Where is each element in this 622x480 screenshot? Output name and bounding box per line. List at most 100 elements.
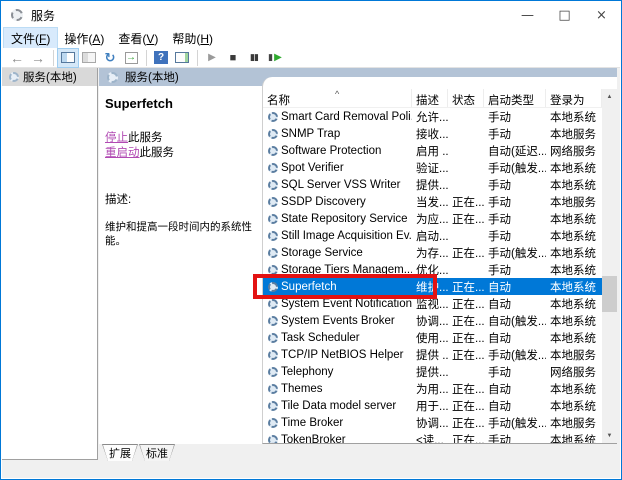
vertical-scrollbar[interactable]: ▲ ▼ (602, 89, 617, 443)
column-header-status[interactable]: 状态 (448, 89, 484, 107)
service-gear-icon (268, 383, 278, 394)
stop-service-link[interactable]: 停止 (105, 132, 128, 144)
restart-service-icon: ▶ (268, 52, 282, 63)
service-description-cell: 允许... (416, 111, 448, 124)
table-row[interactable]: Storage Service 为存... 正在... 手动(触发... 本地系统 (263, 244, 602, 261)
table-row[interactable]: Smart Card Removal Poli... 允许... 手动 本地系统 (263, 108, 602, 125)
service-description-cell: 使用... (416, 332, 448, 345)
table-row[interactable]: Software Protection 启用 ... 自动(延迟... 网络服务 (263, 142, 602, 159)
stop-service-icon: ■ (229, 51, 237, 64)
tree-item-services-local[interactable]: 服务(本地) (2, 68, 97, 86)
service-info-panel: Superfetch 停止此服务 重启动此服务 描述: 维护和提高一段时间内的系… (99, 86, 262, 444)
service-startup-type-cell: 手动(触发... (488, 349, 546, 362)
properties-icon[interactable] (79, 49, 99, 67)
service-description-cell: 提供... (416, 179, 448, 192)
service-status-cell: 正在... (452, 213, 484, 226)
service-name-cell: Storage Tiers Managem... (263, 264, 412, 276)
service-description-cell: 优化... (416, 264, 448, 277)
forward-icon[interactable]: → (28, 49, 48, 67)
table-row[interactable]: Themes 为用... 正在... 自动 本地系统 (263, 380, 602, 397)
service-logon-as-cell: 本地服务 (550, 349, 596, 362)
service-name-cell: Tile Data model server (263, 400, 412, 412)
menu-item[interactable]: 帮助(H) (165, 28, 220, 49)
view-tab-standard[interactable]: 标准 (139, 444, 175, 461)
help-icon: ? (154, 51, 168, 64)
column-header-logon-as[interactable]: 登录为 (546, 89, 602, 107)
scroll-up-icon[interactable]: ▲ (602, 89, 617, 104)
menu-item[interactable]: 文件(F) (2, 27, 59, 50)
column-header-description[interactable]: 描述 (412, 89, 448, 107)
service-logon-as-cell: 本地系统 (550, 298, 596, 311)
table-row[interactable]: SQL Server VSS Writer 提供... 手动 本地系统 (263, 176, 602, 193)
selected-service-name: Superfetch (105, 96, 173, 111)
services-window: 服务 — □ × 文件(F)操作(A)查看(V)帮助(H) ← → ↻ →? ▶ ■ ▮▮ ▶… (0, 0, 622, 480)
table-row[interactable]: SSDP Discovery 当发... 正在... 手动 本地服务 (263, 193, 602, 210)
back-icon[interactable]: ← (7, 49, 27, 67)
show-console-tree-icon[interactable] (57, 47, 79, 68)
service-startup-type-cell: 手动(触发... (488, 247, 546, 260)
service-status-cell: 正在... (452, 349, 484, 362)
help-icon[interactable]: ? (151, 49, 171, 67)
service-startup-type-cell: 手动 (488, 230, 511, 243)
services-node-icon (9, 72, 19, 82)
service-startup-type-cell: 手动 (488, 213, 511, 226)
restart-service-icon[interactable]: ▶ (265, 49, 285, 67)
table-row[interactable]: TokenBroker <读... 正在... 手动 本地系统 (263, 431, 602, 443)
table-row[interactable]: SNMP Trap 接收... 手动 本地服务 (263, 125, 602, 142)
table-row[interactable]: TCP/IP NetBIOS Helper 提供 ... 正在... 手动(触发...… (263, 346, 602, 363)
service-name-cell: SNMP Trap (263, 128, 412, 140)
scroll-down-icon[interactable]: ▼ (602, 428, 617, 443)
service-description-cell: 当发... (416, 196, 448, 209)
service-name-cell: Task Scheduler (263, 332, 412, 344)
minimize-button[interactable]: — (509, 1, 546, 29)
table-row[interactable]: Spot Verifier 验证... 手动(触发... 本地系统 (263, 159, 602, 176)
table-row[interactable]: Still Image Acquisition Ev... 启动... 手动 本地系统 (263, 227, 602, 244)
column-header-startup-type[interactable]: 启动类型 (484, 89, 546, 107)
service-startup-type-cell: 手动 (488, 111, 511, 124)
service-startup-type-cell: 手动 (488, 179, 511, 192)
table-row[interactable]: Telephony 提供... 手动 网络服务 (263, 363, 602, 380)
table-row[interactable]: Task Scheduler 使用... 正在... 自动 本地系统 (263, 329, 602, 346)
table-row[interactable]: System Events Broker 协调... 正在... 自动(触发... 本地… (263, 312, 602, 329)
maximize-button[interactable]: □ (546, 1, 583, 29)
refresh-icon[interactable]: ↻ (100, 49, 120, 67)
toolbar: ← → ↻ →? ▶ ■ ▮▮ ▶ (2, 47, 620, 68)
show-action-pane-icon[interactable] (172, 49, 192, 67)
column-header-name[interactable]: 名称 ^ (263, 89, 412, 107)
pause-service-icon[interactable]: ▮▮ (244, 49, 264, 67)
service-logon-as-cell: 本地系统 (550, 213, 596, 226)
export-list-icon[interactable]: → (121, 49, 141, 67)
table-row[interactable]: Superfetch 维护... 正在... 自动 本地系统 (263, 278, 602, 295)
services-table: 名称 ^ 描述 状态 启动类型 登录为 Smart Card Removal Po… (262, 77, 617, 444)
menu-item[interactable]: 查看(V) (111, 28, 165, 49)
table-row[interactable]: System Event Notification... 监视... 正在... 自动… (263, 295, 602, 312)
table-row[interactable]: Tile Data model server 用于... 正在... 自动 本地系统 (263, 397, 602, 414)
service-startup-type-cell: 自动(延迟... (488, 145, 546, 158)
service-gear-icon (268, 332, 278, 343)
start-service-icon[interactable]: ▶ (202, 49, 222, 67)
restart-service-link[interactable]: 重启动 (105, 147, 140, 159)
scrollbar-thumb[interactable] (602, 276, 617, 312)
service-name-cell: System Event Notification... (263, 298, 412, 310)
service-description-cell: 协调... (416, 417, 448, 430)
service-status-cell: 正在... (452, 417, 484, 430)
table-row[interactable]: State Repository Service 为应... 正在... 手动 本地系统 (263, 210, 602, 227)
table-row[interactable]: Time Broker 协调... 正在... 手动(触发... 本地服务 (263, 414, 602, 431)
stop-service-icon[interactable]: ■ (223, 49, 243, 67)
service-description-cell: 为存... (416, 247, 448, 260)
service-logon-as-cell: 本地系统 (550, 264, 596, 277)
view-tab-extended[interactable]: 扩展 (102, 444, 138, 461)
service-status-cell: 正在... (452, 332, 484, 345)
service-description-cell: 为应... (416, 213, 448, 226)
service-gear-icon (268, 400, 278, 411)
service-gear-icon (268, 315, 278, 326)
service-description-cell: 为用... (416, 383, 448, 396)
service-startup-type-cell: 自动 (488, 332, 511, 345)
tree-item-label: 服务(本地) (23, 72, 77, 84)
service-logon-as-cell: 本地系统 (550, 247, 596, 260)
menu-bar: 文件(F) 操作(A) 查看(V) 帮助(H) (2, 27, 620, 50)
service-startup-type-cell: 自动 (488, 400, 511, 413)
close-button[interactable]: × (583, 1, 620, 29)
table-row[interactable]: Storage Tiers Managem... 优化... 手动 本地系统 (263, 261, 602, 278)
menu-item[interactable]: 操作(A) (57, 28, 111, 49)
